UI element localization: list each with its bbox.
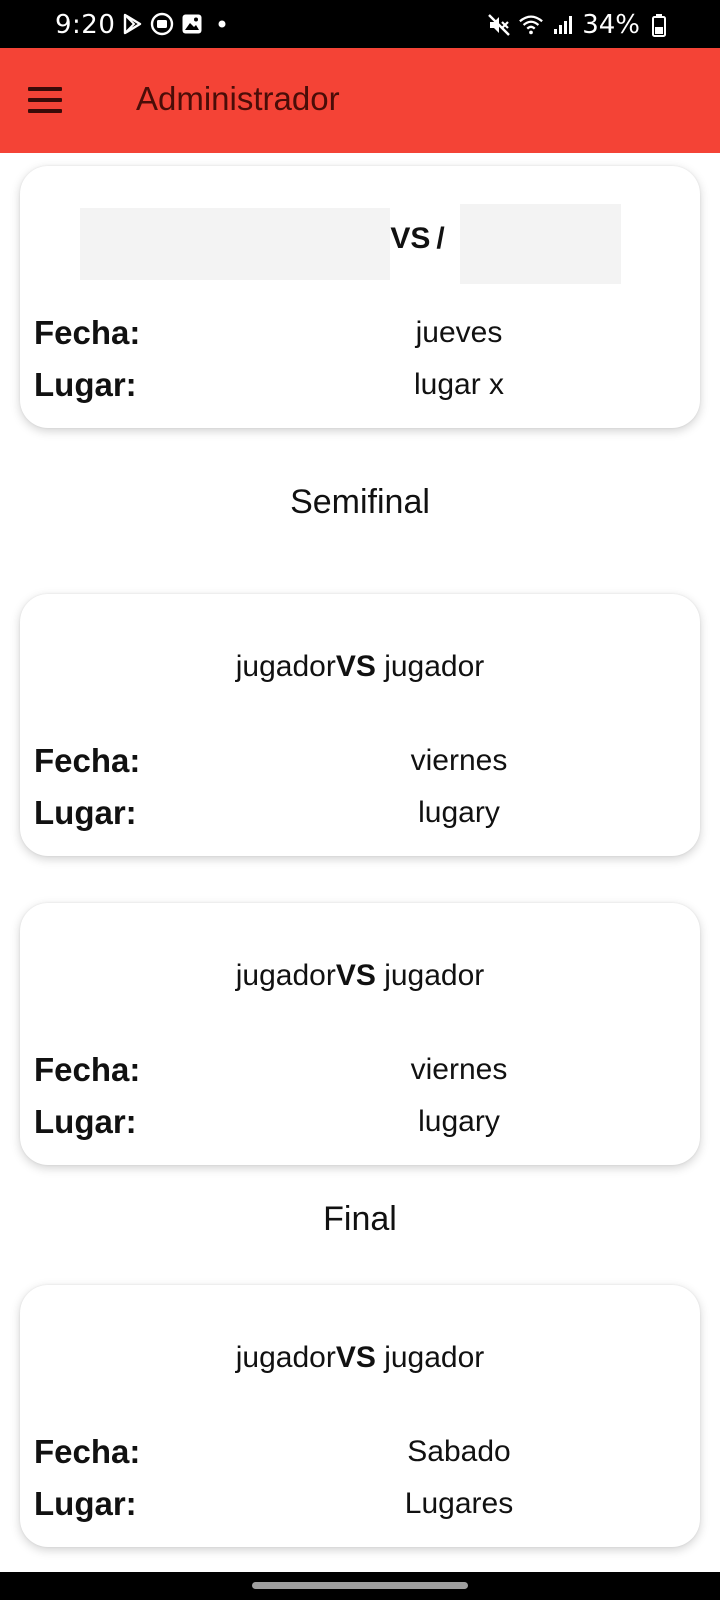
fecha-row: Fecha: viernes <box>34 742 684 786</box>
player1-name: jugador <box>235 1341 336 1374</box>
match-card[interactable]: jugadorVS jugador Fecha: Sabado Lugar: L… <box>20 1285 700 1547</box>
match-title: jugadorVS jugador <box>20 650 700 684</box>
signal-icon <box>550 12 576 38</box>
fecha-label: Fecha: <box>34 1433 141 1470</box>
player1-name: jugador <box>235 959 336 992</box>
lugar-value: lugary <box>418 796 500 829</box>
redacted-player2 <box>460 204 621 284</box>
lugar-row: Lugar: lugary <box>34 1103 684 1147</box>
app-bar: Administrador <box>0 48 720 153</box>
match-title: jugadorVS jugador <box>20 1341 700 1375</box>
fecha-label: Fecha: <box>34 314 141 351</box>
player2-name: jugador <box>384 650 485 683</box>
vs-label: VS <box>335 650 376 683</box>
menu-bar-line <box>28 98 62 102</box>
navigation-bar <box>0 1572 720 1600</box>
system-icons: 34% <box>486 10 672 40</box>
match-card[interactable]: jugadorVS jugador Fecha: viernes Lugar: … <box>20 594 700 856</box>
fecha-label: Fecha: <box>34 742 141 779</box>
player1-name: jugador <box>235 650 336 683</box>
vs-label: VS <box>390 222 431 255</box>
lugar-row: Lugar: lugary <box>34 794 684 838</box>
section-title-final: Final <box>323 1200 397 1238</box>
status-bar: 9:20 34% <box>0 0 720 48</box>
lugar-row: Lugar: lugar x <box>34 366 684 410</box>
battery-icon <box>646 12 672 38</box>
redacted-player1 <box>80 208 390 280</box>
player2-name: jugador <box>384 959 485 992</box>
app-title: Administrador <box>136 80 340 117</box>
notification-icons <box>120 12 234 36</box>
lugar-row: Lugar: Lugares <box>34 1485 684 1529</box>
fecha-row: Fecha: viernes <box>34 1051 684 1095</box>
wifi-icon <box>518 12 544 38</box>
match-card[interactable]: zVS/ Fecha: jueves Lugar: lugar x <box>20 166 700 428</box>
match-card[interactable]: jugadorVS jugador Fecha: viernes Lugar: … <box>20 903 700 1165</box>
dot-icon <box>210 12 234 36</box>
home-gesture-handle[interactable] <box>252 1582 468 1589</box>
lugar-label: Lugar: <box>34 1485 137 1522</box>
fecha-row: Fecha: jueves <box>34 314 684 358</box>
player2-name: jugador <box>384 1341 485 1374</box>
menu-bar-line <box>28 87 62 91</box>
fecha-value: viernes <box>410 744 508 777</box>
lugar-value: lugar x <box>413 368 505 401</box>
gallery-icon <box>180 12 204 36</box>
player2-partial: / <box>436 222 445 255</box>
fecha-row: Fecha: Sabado <box>34 1433 684 1477</box>
fecha-value: jueves <box>415 316 503 349</box>
fecha-value: viernes <box>410 1053 508 1086</box>
media-icon <box>150 12 174 36</box>
lugar-label: Lugar: <box>34 794 137 831</box>
section-title-semifinal: Semifinal <box>290 483 430 521</box>
lugar-label: Lugar: <box>34 1103 137 1140</box>
match-title: jugadorVS jugador <box>20 959 700 993</box>
battery-percent: 34% <box>582 10 640 40</box>
status-time: 9:20 <box>55 10 116 40</box>
fecha-label: Fecha: <box>34 1051 141 1088</box>
play-store-icon <box>120 12 144 36</box>
menu-bar-line <box>28 109 62 113</box>
lugar-value: Lugares <box>404 1487 514 1520</box>
mute-icon <box>486 12 512 38</box>
vs-label: VS <box>335 1341 376 1374</box>
lugar-label: Lugar: <box>34 366 137 403</box>
vs-label: VS <box>335 959 376 992</box>
hamburger-menu-icon[interactable] <box>28 78 76 122</box>
lugar-value: lugary <box>418 1105 500 1138</box>
fecha-value: Sabado <box>407 1435 511 1468</box>
